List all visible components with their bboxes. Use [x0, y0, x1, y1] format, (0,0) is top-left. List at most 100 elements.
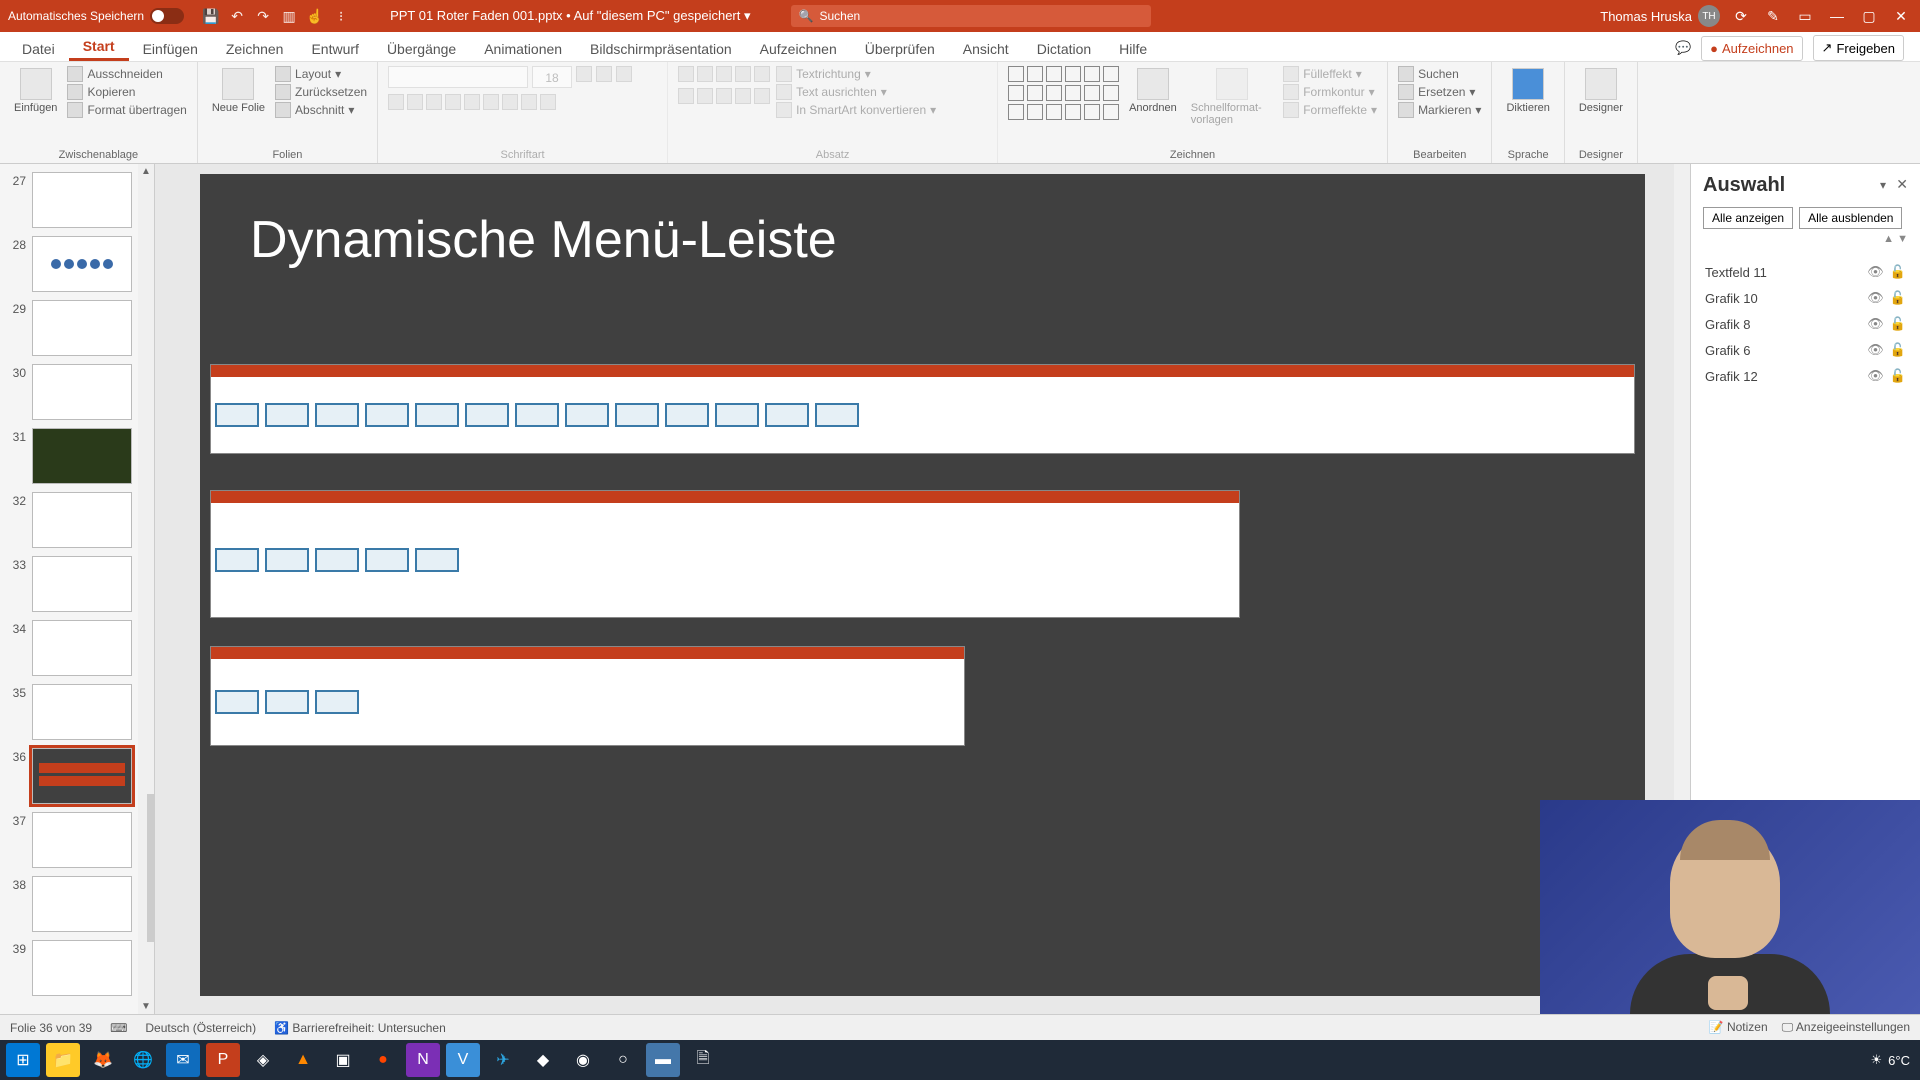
italic-icon[interactable] — [407, 94, 423, 110]
minimize-icon[interactable]: — — [1826, 8, 1848, 24]
dictate-button[interactable]: Diktieren — [1502, 66, 1553, 116]
selection-item[interactable]: Grafik 12👁🔓 — [1703, 363, 1908, 389]
lock-icon[interactable]: 🔓 — [1890, 316, 1906, 332]
visibility-icon[interactable]: 👁 — [1867, 264, 1884, 280]
lock-icon[interactable]: 🔓 — [1890, 342, 1906, 358]
tab-start[interactable]: Start — [69, 32, 129, 61]
fill-button[interactable]: Fülleffekt ▾ — [1283, 66, 1377, 82]
align-right-icon[interactable] — [716, 88, 732, 104]
redo-icon[interactable]: ↷ — [254, 7, 272, 25]
strike-icon[interactable] — [445, 94, 461, 110]
search-box[interactable]: 🔍 Suchen — [791, 5, 1151, 27]
thumb-slide-32[interactable]: 32 — [4, 492, 150, 548]
tab-uebergaenge[interactable]: Übergänge — [373, 35, 470, 61]
tab-zeichnen[interactable]: Zeichnen — [212, 35, 298, 61]
thumb-slide-30[interactable]: 30 — [4, 364, 150, 420]
app5-icon[interactable]: ○ — [606, 1043, 640, 1077]
layout-button[interactable]: Layout ▾ — [275, 66, 367, 82]
fontcolor-icon[interactable] — [540, 94, 556, 110]
lock-icon[interactable]: 🔓 — [1890, 290, 1906, 306]
textdir-button[interactable]: Textrichtung ▾ — [776, 66, 936, 82]
app4-icon[interactable]: ◆ — [526, 1043, 560, 1077]
justify-icon[interactable] — [735, 88, 751, 104]
reset-button[interactable]: Zurücksetzen — [275, 84, 367, 100]
shapes-gallery[interactable] — [1008, 66, 1119, 120]
indent-dec-icon[interactable] — [716, 66, 732, 82]
weather-widget[interactable]: ☀ 6°C — [1871, 1052, 1910, 1068]
thumb-slide-31[interactable]: 31 — [4, 428, 150, 484]
language-status[interactable]: Deutsch (Österreich) — [145, 1021, 256, 1035]
indent-inc-icon[interactable] — [735, 66, 751, 82]
display-settings-button[interactable]: 🖵 Anzeigeeinstellungen — [1782, 1020, 1910, 1035]
app-icon[interactable]: ◈ — [246, 1043, 280, 1077]
fromstart-icon[interactable]: ▥ — [280, 7, 298, 25]
lock-icon[interactable]: 🔓 — [1890, 368, 1906, 384]
ribbon-mode-icon[interactable]: ▭ — [1794, 8, 1816, 25]
autosave-toggle[interactable]: Automatisches Speichern — [8, 8, 184, 24]
underline-icon[interactable] — [426, 94, 442, 110]
font-name-input[interactable] — [388, 66, 528, 88]
app7-icon[interactable]: 🗎 — [686, 1043, 720, 1077]
tab-dictation[interactable]: Dictation — [1023, 35, 1105, 61]
save-icon[interactable]: 💾 — [202, 7, 220, 25]
slide-canvas[interactable]: Dynamische Menü-Leiste — [155, 164, 1690, 1014]
app2-icon[interactable]: ▣ — [326, 1043, 360, 1077]
selection-item[interactable]: Grafik 8👁🔓 — [1703, 311, 1908, 337]
app6-icon[interactable]: ▬ — [646, 1043, 680, 1077]
chrome-icon[interactable]: 🌐 — [126, 1043, 160, 1077]
thumb-slide-34[interactable]: 34 — [4, 620, 150, 676]
selection-item[interactable]: Grafik 6👁🔓 — [1703, 337, 1908, 363]
columns-icon[interactable] — [754, 88, 770, 104]
tab-praesentation[interactable]: Bildschirmpräsentation — [576, 35, 746, 61]
spellcheck-icon[interactable]: ⌨ — [110, 1021, 127, 1035]
touch-icon[interactable]: ☝ — [306, 7, 324, 25]
visibility-icon[interactable]: 👁 — [1867, 290, 1884, 306]
close-icon[interactable]: ✕ — [1890, 8, 1912, 25]
show-all-button[interactable]: Alle anzeigen — [1703, 207, 1793, 229]
increase-font-icon[interactable] — [576, 66, 592, 82]
format-painter-button[interactable]: Format übertragen — [67, 102, 186, 118]
highlight-icon[interactable] — [521, 94, 537, 110]
quickstyles-button[interactable]: Schnellformat-vorlagen — [1187, 66, 1277, 128]
scrollbar-thumb[interactable] — [147, 794, 155, 942]
toggle-icon[interactable] — [150, 8, 184, 24]
newslide-button[interactable]: Neue Folie — [208, 66, 269, 116]
scroll-up-icon[interactable]: ▲ — [139, 164, 153, 179]
effects-button[interactable]: Formeffekte ▾ — [1283, 102, 1377, 118]
thumb-slide-29[interactable]: 29 — [4, 300, 150, 356]
numbering-icon[interactable] — [697, 66, 713, 82]
thumb-slide-27[interactable]: 27 — [4, 172, 150, 228]
selection-item[interactable]: Textfeld 11👁🔓 — [1703, 259, 1908, 285]
spacing-icon[interactable] — [483, 94, 499, 110]
tab-datei[interactable]: Datei — [8, 35, 69, 61]
telegram-icon[interactable]: ✈ — [486, 1043, 520, 1077]
select-button[interactable]: Markieren ▾ — [1398, 102, 1481, 118]
lock-icon[interactable]: 🔓 — [1890, 264, 1906, 280]
thumb-slide-28[interactable]: 28 — [4, 236, 150, 292]
linespacing-icon[interactable] — [754, 66, 770, 82]
section-button[interactable]: Abschnitt ▾ — [275, 102, 367, 118]
thumbs-scrollbar[interactable]: ▲ ▼ — [138, 164, 154, 1014]
undo-icon[interactable]: ↶ — [228, 7, 246, 25]
case-icon[interactable] — [502, 94, 518, 110]
scroll-down-icon[interactable]: ▼ — [139, 999, 153, 1014]
thumb-slide-33[interactable]: 33 — [4, 556, 150, 612]
pane-close-icon[interactable]: ✕ — [1896, 176, 1908, 193]
tab-ueberpruefen[interactable]: Überprüfen — [851, 35, 949, 61]
font-size-input[interactable]: 18 — [532, 66, 572, 88]
vlc-icon[interactable]: ▲ — [286, 1043, 320, 1077]
thumb-slide-39[interactable]: 39 — [4, 940, 150, 996]
thumb-slide-36[interactable]: 36 — [4, 748, 150, 804]
more-icon[interactable]: ⁝ — [332, 7, 350, 25]
hide-all-button[interactable]: Alle ausblenden — [1799, 207, 1902, 229]
ink-icon[interactable]: ✎ — [1762, 8, 1784, 25]
visibility-icon[interactable]: 👁 — [1867, 316, 1884, 332]
copy-button[interactable]: Kopieren — [67, 84, 186, 100]
visibility-icon[interactable]: 👁 — [1867, 342, 1884, 358]
comments-icon[interactable]: 💬 — [1675, 40, 1691, 56]
firefox-icon[interactable]: 🦊 — [86, 1043, 120, 1077]
doc-title[interactable]: PPT 01 Roter Faden 001.pptx • Auf "diese… — [390, 8, 750, 24]
bold-icon[interactable] — [388, 94, 404, 110]
share-button[interactable]: ↗ Freigeben — [1813, 35, 1904, 61]
bullets-icon[interactable] — [678, 66, 694, 82]
